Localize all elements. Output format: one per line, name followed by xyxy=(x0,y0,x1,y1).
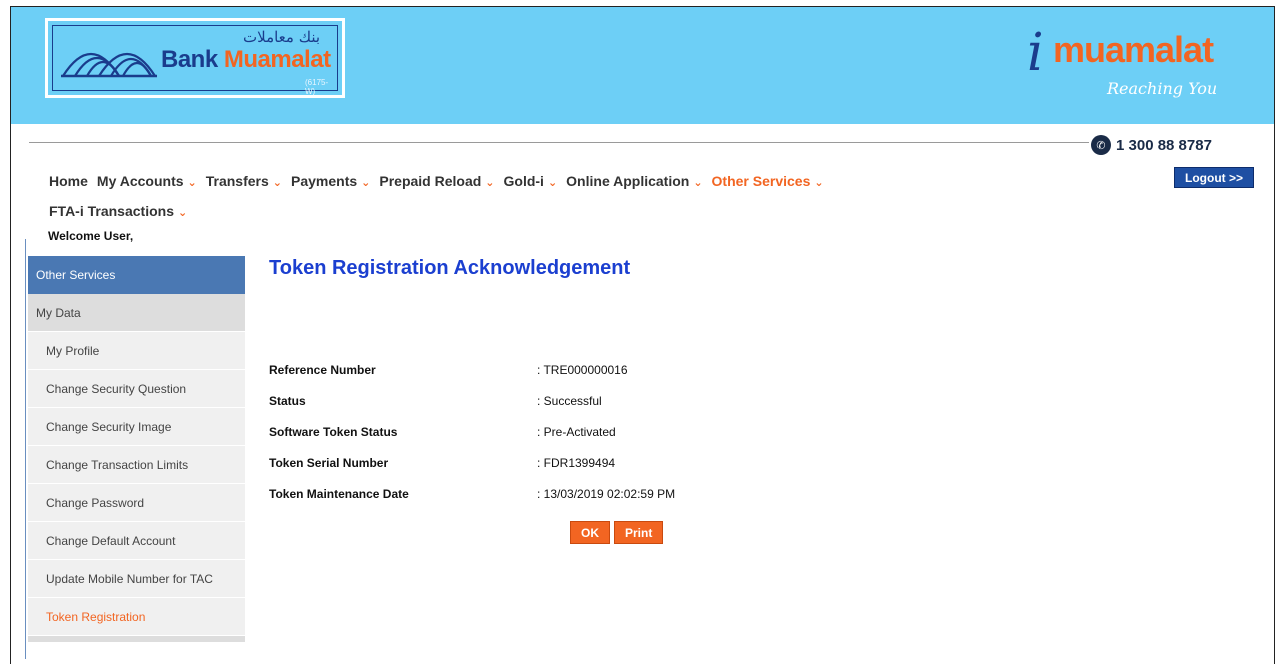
phone-number: 1 300 88 8787 xyxy=(1116,136,1212,154)
detail-value: : TRE000000016 xyxy=(537,362,628,377)
detail-label: Token Maintenance Date xyxy=(269,486,409,501)
nav-item-label: Online Application xyxy=(566,173,690,189)
nav-item-payments[interactable]: Payments ⌄ xyxy=(291,167,370,197)
page-frame: بنك معاملات Bank Muamalat (6175-W) i mua… xyxy=(10,6,1275,664)
sidebar-section-my-data[interactable]: My Data xyxy=(28,294,245,332)
chevron-down-icon: ⌄ xyxy=(485,177,495,189)
acknowledgement-details: Reference Number : TRE000000016 Status : Su… xyxy=(269,354,969,509)
imuamalat-tagline: Reaching You xyxy=(1107,79,1218,98)
chevron-down-icon: ⌄ xyxy=(547,177,558,189)
site-header: بنك معاملات Bank Muamalat (6175-W) i mua… xyxy=(11,7,1274,124)
chevron-down-icon: ⌄ xyxy=(814,177,824,189)
logo-arabic-text: بنك معاملات xyxy=(243,28,321,46)
print-button[interactable]: Print xyxy=(614,521,664,544)
sidebar-item-change-security-question[interactable]: Change Security Question xyxy=(28,370,245,408)
contact-phone: ✆ 1 300 88 8787 xyxy=(1091,135,1212,155)
detail-label: Reference Number xyxy=(269,362,376,377)
nav-item-label: Transfers xyxy=(205,173,269,189)
arches-logo-icon xyxy=(61,52,157,78)
logo-registration: (6175-W) xyxy=(305,78,329,96)
nav-item-prepaid-reload[interactable]: Prepaid Reload ⌄ xyxy=(379,167,494,197)
logo-wordmark: Bank Muamalat xyxy=(161,46,331,74)
sidebar-footer-strip xyxy=(28,636,245,642)
nav-item-home[interactable]: Home xyxy=(49,167,88,195)
welcome-message: Welcome User, xyxy=(48,229,134,243)
logo-muamalat-word: Muamalat xyxy=(223,46,331,73)
detail-label: Status xyxy=(269,393,306,408)
detail-row: Reference Number : TRE000000016 xyxy=(269,354,969,385)
detail-label: Software Token Status xyxy=(269,424,398,439)
header-divider xyxy=(29,142,1089,143)
sidebar-header[interactable]: Other Services xyxy=(28,256,245,294)
nav-item-label: Other Services xyxy=(711,173,811,189)
chevron-down-icon: ⌄ xyxy=(693,177,703,189)
nav-item-other-services[interactable]: Other Services ⌄ xyxy=(712,167,824,197)
sidebar-item-change-transaction-limits[interactable]: Change Transaction Limits xyxy=(28,446,245,484)
imuamalat-wordmark: muamalat xyxy=(1053,29,1214,70)
nav-item-label: Payments xyxy=(291,173,358,189)
logout-button[interactable]: Logout >> xyxy=(1174,167,1254,188)
imuamalat-i-logo: i xyxy=(1027,23,1044,83)
action-buttons: OK Print xyxy=(570,521,664,544)
detail-value: : FDR1399494 xyxy=(537,455,616,470)
page-title: Token Registration Acknowledgement xyxy=(269,257,631,279)
nav-item-label: Home xyxy=(49,173,88,189)
sidebar-item-token-registration[interactable]: Token Registration xyxy=(28,598,245,636)
nav-item-online-application[interactable]: Online Application ⌄ xyxy=(566,167,702,197)
nav-item-label: My Accounts xyxy=(96,173,184,189)
nav-item-gold-i[interactable]: Gold-i ⌄ xyxy=(504,167,558,197)
detail-row: Software Token Status : Pre-Activated xyxy=(269,416,969,447)
chevron-down-icon: ⌄ xyxy=(187,177,197,189)
sidebar-item-change-security-image[interactable]: Change Security Image xyxy=(28,408,245,446)
detail-row: Token Serial Number : FDR1399494 xyxy=(269,447,969,478)
nav-item-fta-i-transactions[interactable]: FTA-i Transactions ⌄ xyxy=(49,197,187,227)
logo-bank-word: Bank xyxy=(161,46,224,73)
sidebar-item-my-profile[interactable]: My Profile xyxy=(28,332,245,370)
chevron-down-icon: ⌄ xyxy=(177,207,188,219)
detail-label: Token Serial Number xyxy=(269,455,389,470)
sidebar: Other Services My Data My Profile Change … xyxy=(28,256,245,642)
sidebar-items: My Profile Change Security Question Change… xyxy=(28,332,245,636)
sidebar-item-update-mobile-number-for-tac[interactable]: Update Mobile Number for TAC xyxy=(28,560,245,598)
chevron-down-icon: ⌄ xyxy=(272,177,282,189)
phone-icon: ✆ xyxy=(1091,135,1111,155)
detail-row: Status : Successful xyxy=(269,385,969,416)
nav-item-label: Prepaid Reload xyxy=(379,173,482,189)
nav-item-my-accounts[interactable]: My Accounts ⌄ xyxy=(97,167,197,197)
detail-row: Token Maintenance Date : 13/03/2019 02:02… xyxy=(269,478,969,509)
ok-button[interactable]: OK xyxy=(570,521,610,544)
sidebar-item-change-default-account[interactable]: Change Default Account xyxy=(28,522,245,560)
nav-item-label: FTA-i Transactions xyxy=(49,203,174,219)
chevron-down-icon: ⌄ xyxy=(361,177,371,189)
detail-value: : 13/03/2019 02:02:59 PM xyxy=(537,486,676,501)
main-content: Token Registration Acknowledgement Refer… xyxy=(269,257,1169,544)
detail-value: : Successful xyxy=(537,393,602,408)
detail-value: : Pre-Activated xyxy=(537,424,616,439)
bank-logo[interactable]: بنك معاملات Bank Muamalat (6175-W) xyxy=(45,18,345,98)
nav-item-label: Gold-i xyxy=(503,173,544,189)
sidebar-item-change-password[interactable]: Change Password xyxy=(28,484,245,522)
main-nav: Home My Accounts ⌄ Transfers ⌄ Payments ⌄ Prepa… xyxy=(49,167,949,227)
nav-item-transfers[interactable]: Transfers ⌄ xyxy=(206,167,282,197)
logo-inner-border: بنك معاملات Bank Muamalat (6175-W) xyxy=(52,25,338,96)
sidebar-divider xyxy=(25,239,26,659)
